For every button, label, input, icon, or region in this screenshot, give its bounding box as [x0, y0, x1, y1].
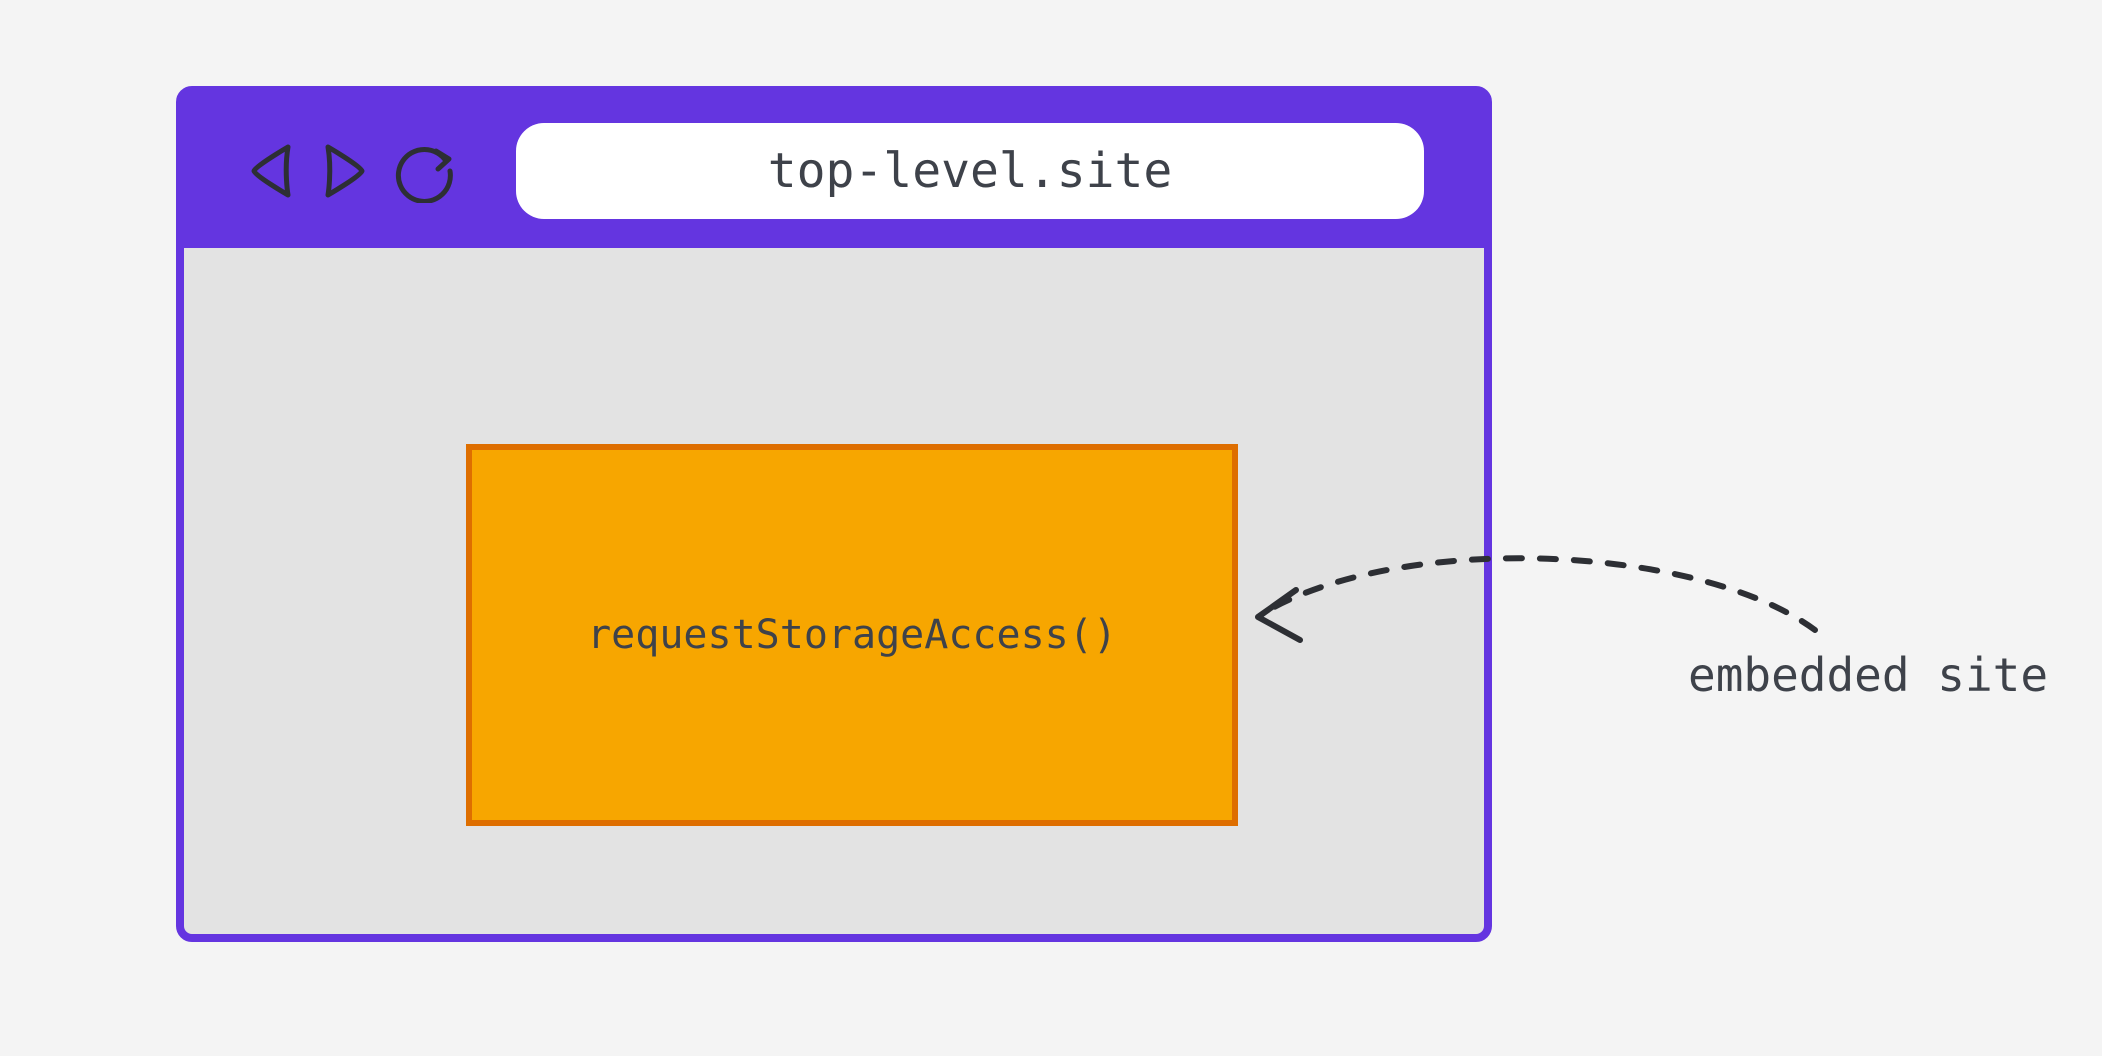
url-text: top-level.site — [768, 143, 1173, 199]
iframe-api-call: requestStorageAccess() — [587, 612, 1117, 658]
back-icon[interactable] — [244, 141, 298, 201]
address-bar[interactable]: top-level.site — [516, 123, 1424, 219]
annotation-label: embedded site — [1688, 648, 2048, 702]
embedded-iframe: requestStorageAccess() — [466, 444, 1238, 826]
browser-window: top-level.site requestStorageAccess() — [176, 86, 1492, 942]
browser-toolbar: top-level.site — [184, 94, 1484, 248]
forward-icon[interactable] — [318, 141, 372, 201]
reload-icon[interactable] — [392, 139, 456, 203]
